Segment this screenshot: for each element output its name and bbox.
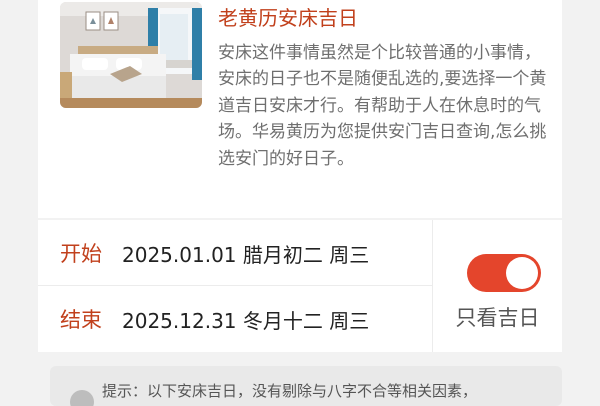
article-title[interactable]: 老黄历安床吉日: [218, 4, 548, 32]
tip-banner: 提示：以下安床吉日，没有剔除与八字不合等相关因素，: [50, 366, 562, 406]
column-divider: [432, 220, 433, 352]
date-range-panel: 开始 2025.01.01 腊月初二 周三 结束 2025.12.31 冬月十二…: [38, 220, 562, 352]
bedroom-thumbnail: [60, 2, 202, 108]
tip-text: 提示：以下安床吉日，没有剔除与八字不合等相关因素，: [102, 382, 478, 400]
article-card[interactable]: 老黄历安床吉日 安床这件事情虽然是个比较普通的小事情，安床的日子也不是随便乱选的…: [38, 0, 562, 218]
row-divider: [38, 285, 432, 286]
auspicious-only-toggle[interactable]: [467, 254, 541, 292]
end-label: 结束: [60, 308, 102, 332]
end-date-value: 2025.12.31 冬月十二 周三: [122, 308, 370, 333]
start-date-row[interactable]: 开始 2025.01.01 腊月初二 周三: [60, 233, 369, 273]
toggle-knob: [506, 257, 538, 289]
auspicious-only-label: 只看吉日: [455, 306, 540, 330]
start-date-value: 2025.01.01 腊月初二 周三: [122, 242, 370, 267]
start-label: 开始: [60, 242, 102, 266]
info-icon: [70, 390, 94, 406]
end-date-row[interactable]: 结束 2025.12.31 冬月十二 周三: [60, 299, 369, 339]
article-description: 安床这件事情虽然是个比较普通的小事情，安床的日子也不是随便乱选的,要选择一个黄道…: [218, 43, 547, 169]
